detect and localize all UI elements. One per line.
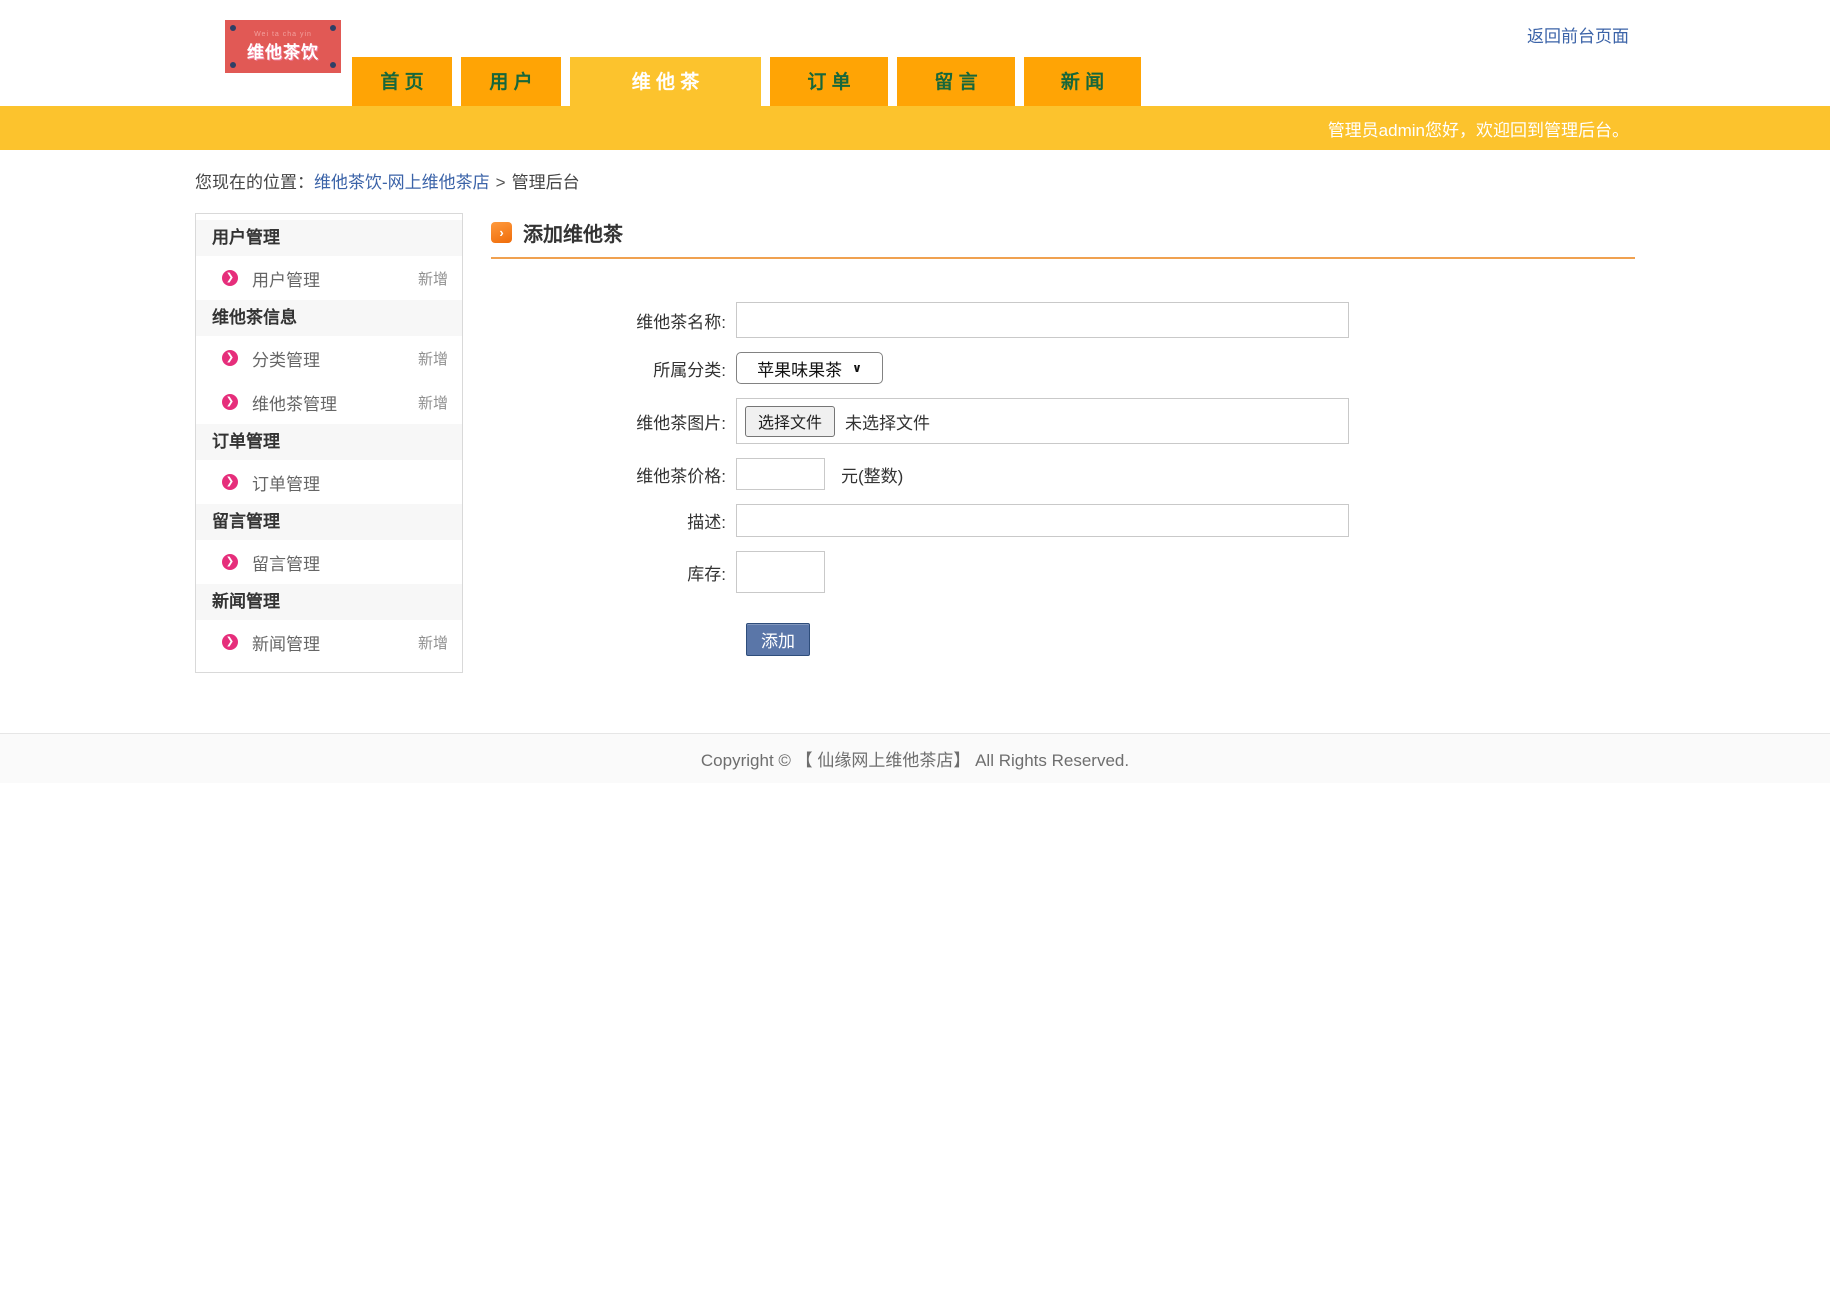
breadcrumb-prefix: 您现在的位置： [195, 173, 314, 192]
footer: Copyright © 【 仙缘网上维他茶店】 All Rights Reser… [0, 733, 1830, 783]
welcome-text: 管理员admin您好，欢迎回到管理后台。 [1327, 120, 1629, 140]
main-nav-tabbar: 首 页用 户维 他 茶订 单留 言新 闻 [352, 57, 1141, 106]
sidebar-item-add-link[interactable]: 新增 [418, 632, 448, 653]
sidebar-item[interactable]: ❯ 留言管理 [196, 540, 462, 584]
form-row-stock: 库存: [491, 551, 1635, 593]
sidebar-menu: 用户管理 ❯ 用户管理 新增 维他茶信息 ❯ 分类管理 新增 ❯ 维他茶管理 新… [195, 213, 463, 673]
header: Wei ta cha yin 维他茶饮 返回前台页面 首 页用 户维 他 茶订 … [0, 0, 1830, 106]
nav-tab-新闻[interactable]: 新 闻 [1024, 57, 1141, 106]
description-label: 描述: [687, 513, 726, 532]
form-row-price: 维他茶价格: 元(整数) [491, 458, 1635, 490]
nav-tab-用户[interactable]: 用 户 [461, 57, 561, 106]
price-unit-text: 元(整数) [841, 466, 904, 486]
sidebar-item-add-link[interactable]: 新增 [418, 392, 448, 413]
pink-arrow-icon: ❯ [222, 350, 238, 366]
add-submit-button[interactable]: 添加 [746, 623, 810, 656]
main-panel: › 添加维他茶 维他茶名称: 所属分类: 苹果味果茶 ∨ 维他茶图片: 选择文件 [491, 213, 1635, 656]
sidebar-item[interactable]: ❯ 用户管理 新增 [196, 256, 462, 300]
site-logo[interactable]: Wei ta cha yin 维他茶饮 [225, 20, 341, 73]
form-row-image: 维他茶图片: 选择文件 未选择文件 [491, 398, 1635, 444]
category-label: 所属分类: [653, 360, 726, 380]
title-divider [491, 257, 1635, 259]
breadcrumb-current: 管理后台 [511, 173, 580, 192]
admin-welcome-banner: 管理员admin您好，欢迎回到管理后台。 [0, 106, 1830, 150]
category-selected-value: 苹果味果茶 [757, 360, 843, 380]
nav-tab-订单[interactable]: 订 单 [770, 57, 888, 106]
logo-corner-dot [330, 62, 336, 68]
logo-brand-text: 维他茶饮 [247, 42, 319, 62]
sidebar-item-add-link[interactable]: 新增 [418, 268, 448, 289]
nav-tab-首页[interactable]: 首 页 [352, 57, 452, 106]
sidebar-item[interactable]: ❯ 新闻管理 新增 [196, 620, 462, 664]
nav-tab-维他茶[interactable]: 维 他 茶 [570, 57, 761, 106]
form-row-description: 描述: [491, 504, 1635, 537]
sidebar-item-add-link[interactable]: 新增 [418, 348, 448, 369]
sidebar-item-label[interactable]: 用户管理 [252, 266, 320, 291]
stock-input[interactable] [736, 551, 825, 593]
price-input[interactable] [736, 458, 825, 490]
pink-arrow-icon: ❯ [222, 474, 238, 490]
form-row-name: 维他茶名称: [491, 302, 1635, 338]
sidebar-item-label[interactable]: 分类管理 [252, 346, 320, 371]
breadcrumb: 您现在的位置：维他茶饮-网上维他茶店 > 管理后台 [195, 168, 1830, 193]
sidebar-section-header: 订单管理 [196, 424, 462, 460]
sidebar-item[interactable]: ❯ 维他茶管理 新增 [196, 380, 462, 424]
stock-label: 库存: [687, 564, 726, 584]
content-container: 用户管理 ❯ 用户管理 新增 维他茶信息 ❯ 分类管理 新增 ❯ 维他茶管理 新… [195, 213, 1635, 733]
category-select[interactable]: 苹果味果茶 ∨ [736, 352, 883, 384]
breadcrumb-site-link[interactable]: 维他茶饮-网上维他茶店 [314, 173, 490, 192]
pink-arrow-icon: ❯ [222, 554, 238, 570]
sidebar-section-header: 留言管理 [196, 504, 462, 540]
sidebar-item-label[interactable]: 新闻管理 [252, 630, 320, 655]
nav-tab-留言[interactable]: 留 言 [897, 57, 1015, 106]
chevron-down-icon: ∨ [852, 361, 862, 375]
sidebar-item[interactable]: ❯ 分类管理 新增 [196, 336, 462, 380]
image-label: 维他茶图片: [636, 413, 726, 433]
pink-arrow-icon: ❯ [222, 270, 238, 286]
logo-corner-dot [230, 25, 236, 31]
page-title-row: › 添加维他茶 [491, 216, 1635, 249]
sidebar-item-label[interactable]: 订单管理 [252, 470, 320, 495]
pink-arrow-icon: ❯ [222, 394, 238, 410]
name-label: 维他茶名称: [636, 312, 726, 332]
page-title: 添加维他茶 [523, 224, 623, 246]
sidebar-section-header: 新闻管理 [196, 584, 462, 620]
back-to-frontend-link[interactable]: 返回前台页面 [1527, 22, 1629, 47]
pink-arrow-icon: ❯ [222, 634, 238, 650]
add-tea-form: 维他茶名称: 所属分类: 苹果味果茶 ∨ 维他茶图片: 选择文件 未选择文件 维… [491, 302, 1635, 656]
description-input[interactable] [736, 504, 1349, 537]
logo-pinyin-text: Wei ta cha yin [254, 30, 312, 38]
sidebar-item-label[interactable]: 留言管理 [252, 550, 320, 575]
sidebar-section-header: 维他茶信息 [196, 300, 462, 336]
file-status-text: 未选择文件 [845, 413, 931, 433]
logo-corner-dot [330, 25, 336, 31]
sidebar-item-label[interactable]: 维他茶管理 [252, 390, 337, 415]
orange-arrow-icon: › [491, 222, 512, 243]
choose-file-button[interactable]: 选择文件 [745, 405, 836, 437]
copyright-text: Copyright © 【 仙缘网上维他茶店】 All Rights Reser… [700, 751, 1130, 770]
sidebar-section-header: 用户管理 [196, 220, 462, 256]
price-label: 维他茶价格: [636, 466, 726, 486]
file-input-box[interactable]: 选择文件 未选择文件 [736, 398, 1349, 444]
tea-name-input[interactable] [736, 302, 1349, 338]
logo-corner-dot [230, 62, 236, 68]
breadcrumb-separator: > [495, 173, 506, 192]
sidebar-item[interactable]: ❯ 订单管理 [196, 460, 462, 504]
form-row-category: 所属分类: 苹果味果茶 ∨ [491, 352, 1635, 384]
